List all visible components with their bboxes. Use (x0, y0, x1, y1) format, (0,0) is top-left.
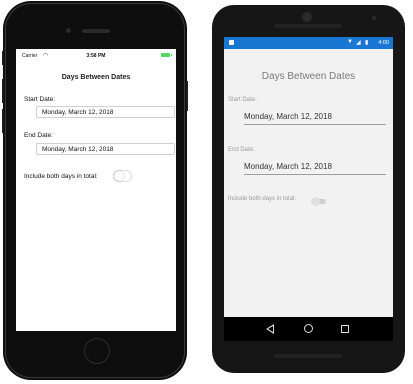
include-both-days-switch[interactable] (113, 170, 132, 182)
app-notification-icon (229, 40, 234, 45)
home-circle-icon[interactable] (304, 324, 313, 333)
wifi-icon: ▼ (347, 39, 353, 45)
include-both-days-label: Include both days in total: (24, 173, 98, 180)
end-date-label: End Date: (228, 147, 255, 153)
front-camera-icon (302, 12, 312, 22)
switch-knob (311, 197, 320, 206)
android-navigation-bar (224, 317, 393, 341)
mute-switch (2, 51, 4, 65)
earpiece-speaker (274, 24, 342, 28)
home-button[interactable] (84, 338, 110, 364)
signal-icon: ◢ (356, 40, 361, 46)
end-date-label: End Date: (24, 132, 53, 139)
android-screen: ▼ ◢ ▮ 4:00 Days Between Dates Start Date… (224, 37, 393, 341)
android-clock: 4:00 (378, 40, 389, 46)
switch-knob (114, 171, 124, 181)
start-date-label: Start Date: (24, 96, 56, 103)
sensor-icon (372, 16, 376, 20)
ios-status-bar: Carrier ◠ 3:58 PM (16, 49, 176, 61)
iphone-device: Carrier ◠ 3:58 PM Days Between Dates Sta… (2, 1, 188, 380)
start-date-picker[interactable]: Monday, March 12, 2018 (244, 112, 386, 125)
include-both-days-switch[interactable] (311, 197, 326, 206)
battery-tip-icon (171, 54, 172, 56)
android-device: ▼ ◢ ▮ 4:00 Days Between Dates Start Date… (212, 5, 405, 373)
bottom-speaker (274, 354, 342, 358)
end-date-picker[interactable]: Monday, March 12, 2018 (244, 162, 386, 175)
volume-up-button (2, 79, 4, 103)
battery-icon: ▮ (365, 40, 369, 46)
volume-down-button (2, 109, 4, 133)
page-title: Days Between Dates (61, 74, 131, 81)
front-camera-icon (66, 28, 71, 33)
page-title: Days Between Dates (261, 71, 356, 82)
ios-screen: Carrier ◠ 3:58 PM Days Between Dates Sta… (16, 49, 176, 331)
start-date-label: Start Date: (228, 97, 257, 103)
battery-icon (161, 53, 170, 57)
earpiece-speaker (82, 29, 110, 33)
ios-clock: 3:58 PM (86, 53, 106, 59)
end-date-picker[interactable]: Monday, March 12, 2018 (36, 143, 175, 155)
recent-apps-square-icon[interactable] (341, 325, 349, 333)
include-both-days-label: Include both days in total: (228, 196, 297, 202)
android-status-bar: ▼ ◢ ▮ 4:00 (224, 37, 393, 49)
power-button (186, 81, 188, 111)
start-date-picker[interactable]: Monday, March 12, 2018 (36, 106, 175, 118)
back-triangle-inner (268, 326, 273, 332)
